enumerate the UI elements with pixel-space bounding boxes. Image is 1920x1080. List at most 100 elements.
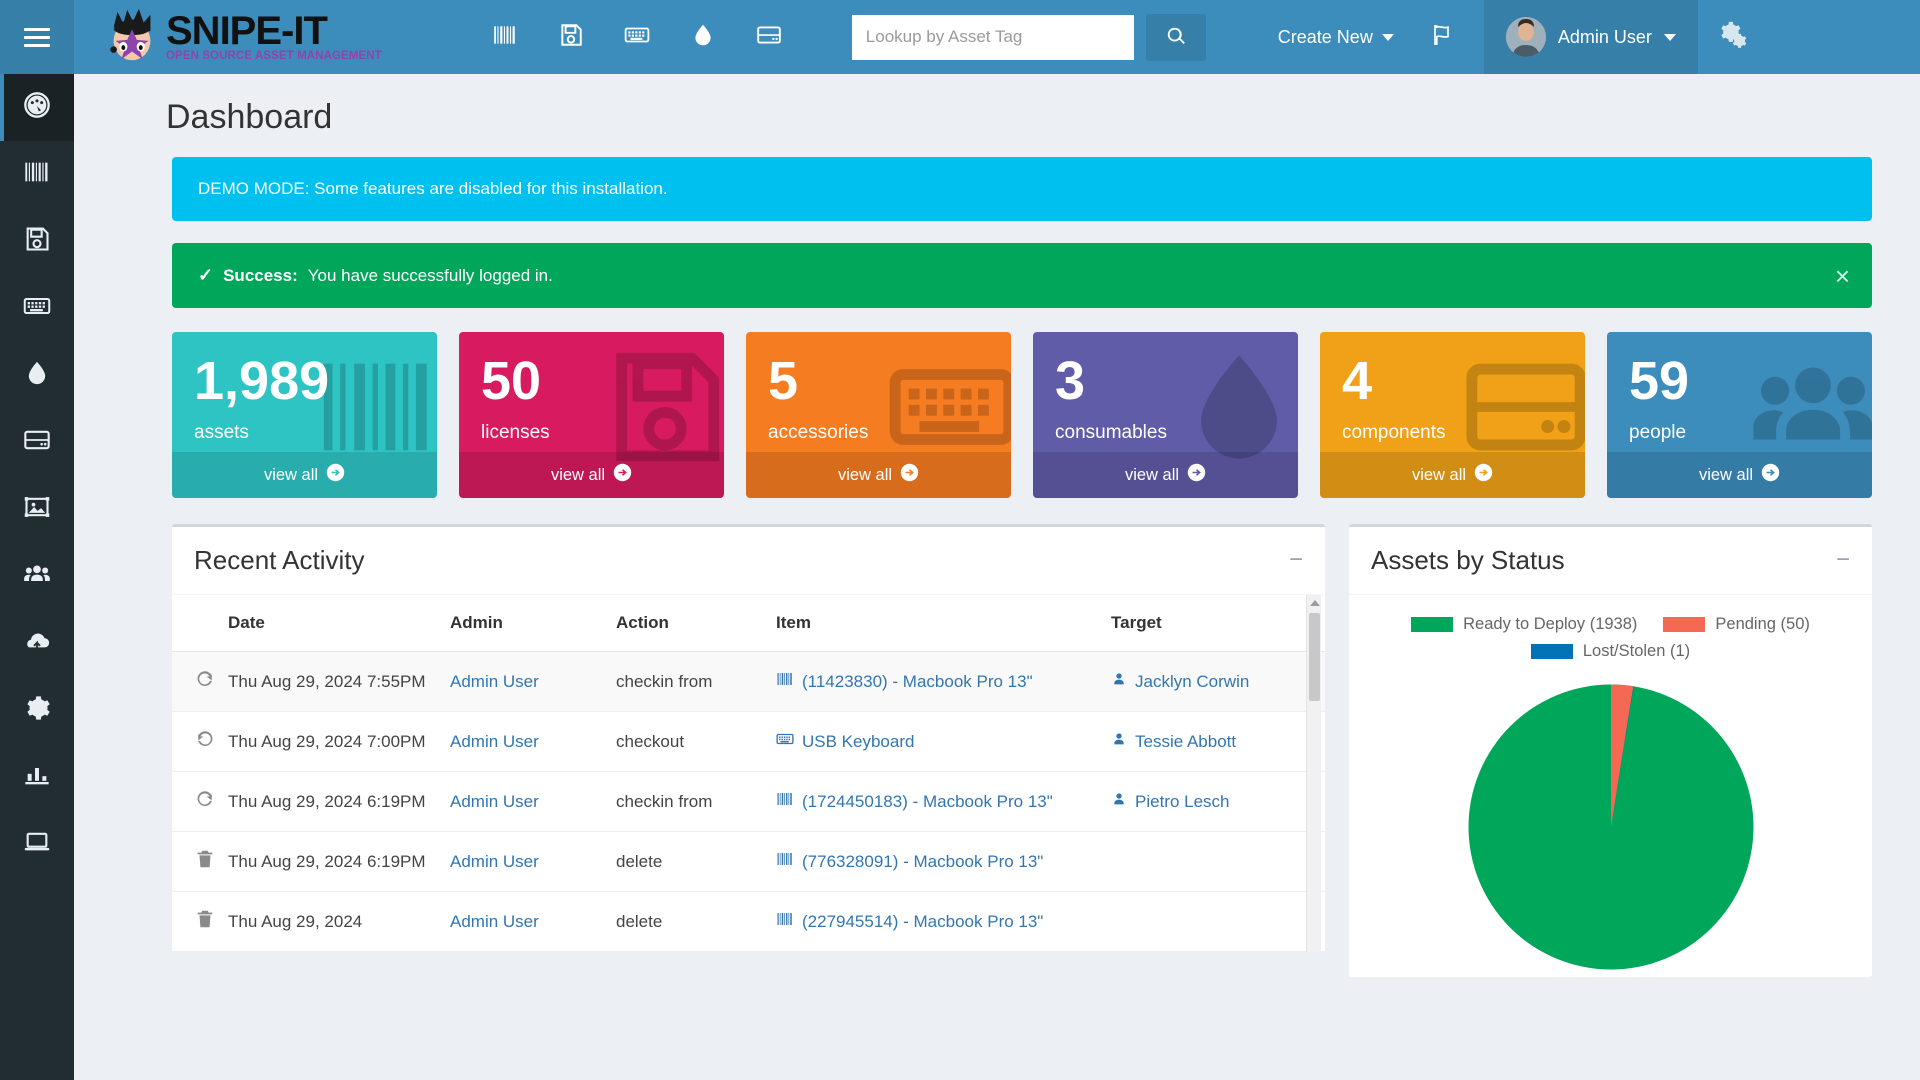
language-flag-button[interactable] <box>1430 23 1454 52</box>
view-all-link[interactable]: view all <box>172 452 437 498</box>
keyboard-icon[interactable] <box>624 22 650 53</box>
admin-link[interactable]: Admin User <box>450 792 539 811</box>
scroll-thumb[interactable] <box>1309 613 1320 701</box>
chevron-down-icon <box>1382 34 1394 41</box>
sidebar-item-accessories[interactable] <box>0 275 74 342</box>
table-row[interactable]: Thu Aug 29, 2024 6:19PM Admin User delet… <box>172 832 1325 892</box>
settings-menu-button[interactable] <box>1698 0 1766 74</box>
close-icon[interactable]: × <box>1835 263 1850 289</box>
row-admin: Admin User <box>450 892 616 952</box>
sidebar-item-consumables[interactable] <box>0 342 74 409</box>
stat-card-assets[interactable]: 1,989 assets view all <box>172 332 437 498</box>
row-action: delete <box>616 892 776 952</box>
legend-item[interactable]: Lost/Stolen (1) <box>1531 642 1690 661</box>
legend-item[interactable]: Pending (50) <box>1663 615 1809 634</box>
barcode-icon <box>776 910 794 933</box>
table-row[interactable]: Thu Aug 29, 2024 Admin User delete (2279… <box>172 892 1325 952</box>
admin-link[interactable]: Admin User <box>450 672 539 691</box>
row-target: Pietro Lesch <box>1111 772 1325 832</box>
sidebar-item-licenses[interactable] <box>0 208 74 275</box>
item-link[interactable]: (11423830) - Macbook Pro 13" <box>802 672 1033 692</box>
stat-label: components <box>1342 422 1565 444</box>
stat-card-accessories[interactable]: 5 accessories view all <box>746 332 1011 498</box>
table-row[interactable]: Thu Aug 29, 2024 7:55PM Admin User check… <box>172 652 1325 712</box>
item-link[interactable]: (227945514) - Macbook Pro 13" <box>802 912 1043 932</box>
item-link[interactable]: USB Keyboard <box>802 732 914 752</box>
activity-table-scroll: Date Admin Action Item Target <box>172 595 1325 952</box>
view-all-label: view all <box>551 466 605 485</box>
collapse-icon[interactable]: − <box>1836 553 1850 567</box>
stat-value: 5 <box>768 354 991 408</box>
admin-link[interactable]: Admin User <box>450 732 539 751</box>
activity-scrollbar[interactable] <box>1306 595 1321 952</box>
stat-card-licenses[interactable]: 50 licenses view all <box>459 332 724 498</box>
stat-label: assets <box>194 422 417 444</box>
snipe-it-mascot-icon <box>102 6 164 68</box>
create-new-label: Create New <box>1278 27 1373 48</box>
row-action-icon-cell <box>172 772 228 832</box>
view-all-link[interactable]: view all <box>1320 452 1585 498</box>
view-all-label: view all <box>264 466 318 485</box>
legend-item[interactable]: Ready to Deploy (1938) <box>1411 615 1637 634</box>
brand-title: SNIPE-IT <box>166 12 382 50</box>
sidebar-toggle-button[interactable] <box>0 0 74 74</box>
barcode-icon[interactable] <box>492 22 518 53</box>
sidebar-item-dashboard[interactable] <box>0 74 74 141</box>
scroll-up-icon[interactable] <box>1310 600 1320 606</box>
sidebar-item-requestable[interactable] <box>0 811 74 878</box>
row-action: checkin from <box>616 772 776 832</box>
create-new-dropdown[interactable]: Create New <box>1278 27 1394 48</box>
sidebar-item-settings[interactable] <box>0 677 74 744</box>
view-all-link[interactable]: view all <box>746 452 1011 498</box>
item-link[interactable]: (776328091) - Macbook Pro 13" <box>802 852 1043 872</box>
row-action: delete <box>616 832 776 892</box>
gears-icon <box>1717 20 1747 55</box>
sidebar-item-assets[interactable] <box>0 141 74 208</box>
target-link[interactable]: Jacklyn Corwin <box>1135 672 1249 692</box>
hard-drive-icon[interactable] <box>756 22 782 53</box>
barcode-icon <box>776 670 794 693</box>
admin-link[interactable]: Admin User <box>450 852 539 871</box>
barcode-icon <box>776 790 794 813</box>
row-date: Thu Aug 29, 2024 6:19PM <box>228 772 450 832</box>
stat-value: 4 <box>1342 354 1565 408</box>
view-all-link[interactable]: view all <box>1033 452 1298 498</box>
hamburger-menu-icon <box>24 23 50 52</box>
view-all-link[interactable]: view all <box>459 452 724 498</box>
item-link[interactable]: (1724450183) - Macbook Pro 13" <box>802 792 1053 812</box>
stat-card-components[interactable]: 4 components view all <box>1320 332 1585 498</box>
sidebar-item-predefined-kits[interactable] <box>0 476 74 543</box>
admin-link[interactable]: Admin User <box>450 912 539 931</box>
floppy-disk-icon[interactable] <box>558 22 584 53</box>
target-link[interactable]: Pietro Lesch <box>1135 792 1230 812</box>
stat-card-consumables[interactable]: 3 consumables view all <box>1033 332 1298 498</box>
barcode-icon <box>776 850 794 873</box>
sidebar-item-reports[interactable] <box>0 744 74 811</box>
droplet-icon[interactable] <box>690 22 716 53</box>
search-input[interactable] <box>852 15 1134 60</box>
stat-card-people[interactable]: 59 people view all <box>1607 332 1872 498</box>
activity-table-body: Thu Aug 29, 2024 7:55PM Admin User check… <box>172 652 1325 952</box>
collapse-icon[interactable]: − <box>1289 553 1303 567</box>
table-row[interactable]: Thu Aug 29, 2024 7:00PM Admin User check… <box>172 712 1325 772</box>
search-button[interactable] <box>1146 14 1206 61</box>
stat-cards: 1,989 assets view all 50 licenses <box>74 308 1920 498</box>
arrow-circle-right-icon <box>1187 463 1206 487</box>
arrow-circle-right-icon <box>900 463 919 487</box>
sidebar-item-import[interactable] <box>0 610 74 677</box>
user-icon <box>1111 731 1127 752</box>
sidebar-item-people[interactable] <box>0 543 74 610</box>
row-action-icon-cell <box>172 652 228 712</box>
success-label: Success: <box>223 266 298 286</box>
sidebar-item-components[interactable] <box>0 409 74 476</box>
demo-mode-text: DEMO MODE: Some features are disabled fo… <box>198 179 668 198</box>
page-content: Dashboard DEMO MODE: Some features are d… <box>74 74 1920 1080</box>
target-link[interactable]: Tessie Abbott <box>1135 732 1236 752</box>
table-row[interactable]: Thu Aug 29, 2024 6:19PM Admin User check… <box>172 772 1325 832</box>
image-frame-icon <box>23 493 51 526</box>
user-menu-dropdown[interactable]: Admin User <box>1484 0 1698 74</box>
brand-logo[interactable]: SNIPE-IT OPEN SOURCE ASSET MANAGEMENT <box>74 6 382 68</box>
row-admin: Admin User <box>450 832 616 892</box>
view-all-link[interactable]: view all <box>1607 452 1872 498</box>
th-date: Date <box>228 595 450 652</box>
